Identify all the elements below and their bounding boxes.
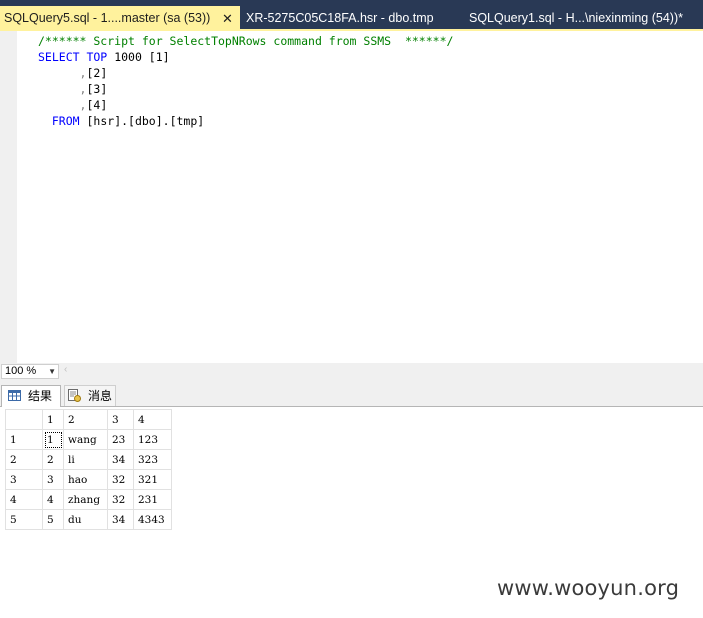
column-header[interactable]: 1 [42, 409, 64, 430]
row-number[interactable]: 1 [5, 429, 43, 450]
grid-cell[interactable]: wang [63, 429, 108, 450]
grid-cell[interactable]: 5 [42, 509, 64, 530]
grid-cell[interactable]: 32 [107, 489, 134, 510]
column-header[interactable]: 4 [133, 409, 172, 430]
grid-cell[interactable]: 32 [107, 469, 134, 490]
grid-cell[interactable]: 34 [107, 449, 134, 470]
column-header[interactable]: 3 [107, 409, 134, 430]
code-comment: /****** Script for SelectTopNRows comman… [38, 34, 454, 48]
scroll-left-icon[interactable]: ‹ [64, 364, 67, 375]
row-number[interactable]: 5 [5, 509, 43, 530]
grid-cell[interactable]: zhang [63, 489, 108, 510]
grid-cell[interactable]: du [63, 509, 108, 530]
code-text: [4] [86, 98, 108, 112]
row-number[interactable]: 4 [5, 489, 43, 510]
code-text: 1000 [1] [114, 50, 170, 64]
tab-messages-label: 消息 [88, 389, 113, 403]
table-row[interactable]: 5 5 du 34 4343 [5, 509, 172, 530]
table-row[interactable]: 3 3 hao 32 321 [5, 469, 172, 490]
document-tab-strip: SQLQuery5.sql - 1....master (sa (53)) ✕ … [0, 0, 703, 31]
grid-cell[interactable]: 123 [133, 429, 172, 450]
grid-cell[interactable]: hao [63, 469, 108, 490]
tab-table-tmp[interactable]: XR-5275C05C18FA.hsr - dbo.tmp [246, 7, 434, 29]
results-grid[interactable]: 1 2 3 4 1 1 wang 23 123 2 2 li 34 323 3 … [5, 409, 172, 530]
editor-gutter [0, 31, 17, 363]
table-row[interactable]: 1 1 wang 23 123 [5, 429, 172, 450]
zoom-value: 100 % [5, 365, 37, 377]
grid-cell[interactable]: 4343 [133, 509, 172, 530]
code-keyword: FROM [51, 114, 80, 128]
row-number[interactable]: 2 [5, 449, 43, 470]
tab-results[interactable]: 结果 [1, 385, 61, 407]
code-text: [hsr].[dbo].[tmp] [86, 114, 205, 128]
table-row[interactable]: 4 4 zhang 32 231 [5, 489, 172, 510]
zoom-select[interactable]: 100 % ▼ [1, 364, 59, 379]
grid-cell[interactable]: li [63, 449, 108, 470]
tab-results-label: 结果 [28, 389, 53, 403]
tab-messages[interactable]: 消息 [64, 385, 116, 406]
grid-cell-selected[interactable]: 1 [42, 429, 64, 450]
column-header[interactable]: 2 [63, 409, 108, 430]
grid-corner[interactable] [5, 409, 43, 430]
grid-cell[interactable]: 323 [133, 449, 172, 470]
zoom-bar: 100 % ▼ ‹ [0, 363, 703, 380]
row-number[interactable]: 3 [5, 469, 43, 490]
grid-cell[interactable]: 3 [42, 469, 64, 490]
query-editor[interactable]: /****** Script for SelectTopNRows comman… [0, 31, 703, 363]
grid-cell[interactable]: 23 [107, 429, 134, 450]
table-row[interactable]: 2 2 li 34 323 [5, 449, 172, 470]
grid-icon [8, 390, 21, 401]
tab-title: SQLQuery5.sql - 1....master (sa (53)) [4, 11, 211, 25]
code-keyword: SELECT TOP [38, 50, 108, 64]
tab-sqlquery5[interactable]: SQLQuery5.sql - 1....master (sa (53)) ✕ [0, 6, 240, 31]
code-text: [2] [86, 66, 108, 80]
close-icon[interactable]: ✕ [222, 6, 233, 31]
grid-cell[interactable]: 34 [107, 509, 134, 530]
watermark-text: www.wooyun.org [497, 576, 680, 600]
messages-icon [68, 389, 81, 402]
dropdown-arrow-icon[interactable]: ▼ [48, 365, 56, 378]
grid-cell[interactable]: 2 [42, 449, 64, 470]
tab-sqlquery1[interactable]: SQLQuery1.sql - H...\niexinming (54))* [469, 7, 683, 29]
results-tab-strip: 结果 消息 [0, 380, 703, 407]
grid-cell[interactable]: 231 [133, 489, 172, 510]
grid-cell[interactable]: 4 [42, 489, 64, 510]
code-text: [3] [86, 82, 108, 96]
sql-code[interactable]: /****** Script for SelectTopNRows comman… [38, 33, 453, 129]
grid-header-row: 1 2 3 4 [5, 409, 172, 430]
grid-cell[interactable]: 321 [133, 469, 172, 490]
